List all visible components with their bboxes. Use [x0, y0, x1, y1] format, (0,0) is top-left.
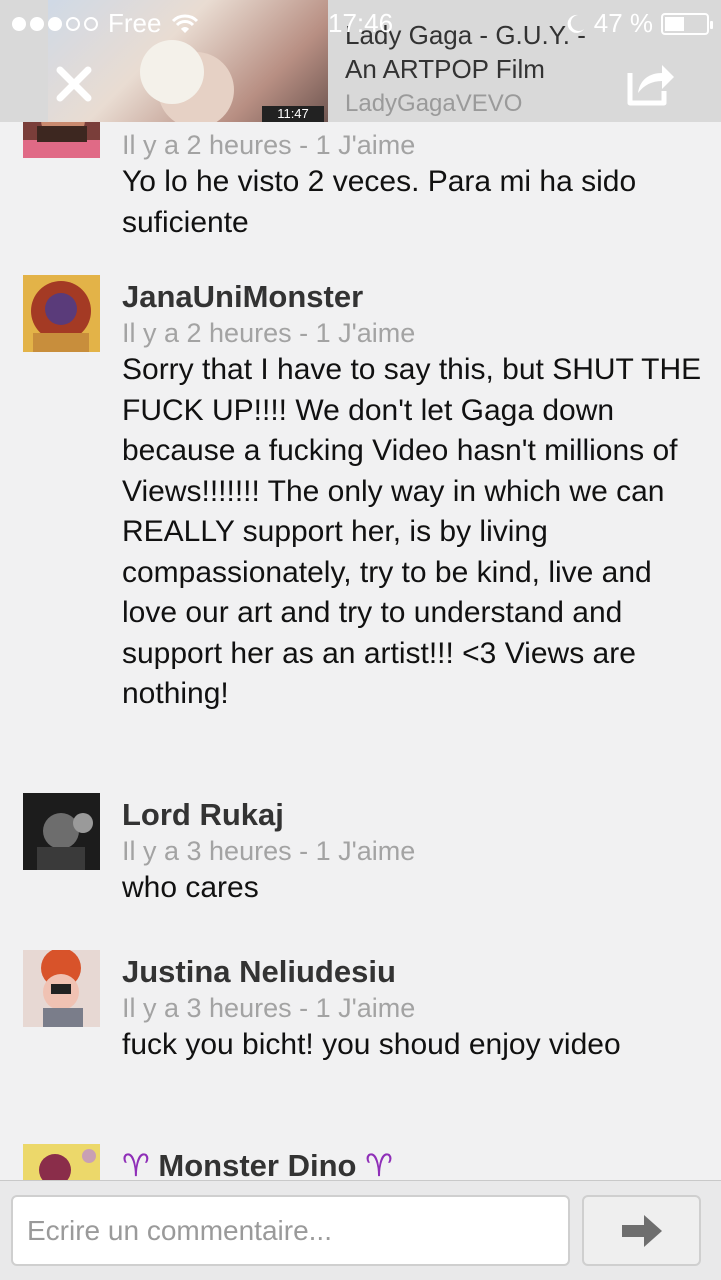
- avatar[interactable]: [23, 275, 100, 352]
- comments-list: Il y a 2 heures - 1 J'aime Yo lo he vist…: [0, 0, 721, 1180]
- comment-author[interactable]: Justina Neliudesiu: [122, 953, 702, 991]
- comment-input[interactable]: [11, 1195, 570, 1266]
- comment-meta: Il y a 2 heures - 1 J'aime: [122, 130, 416, 160]
- comment-meta: Il y a 3 heures - 1 J'aime: [122, 993, 416, 1023]
- comment-text: Sorry that I have to say this, but SHUT …: [122, 353, 702, 710]
- comment-meta: Il y a 3 heures - 1 J'aime: [122, 836, 416, 866]
- mini-player: 11:47 Lady Gaga - G.U.Y. - An ARTPOP Fil…: [0, 0, 721, 122]
- avatar[interactable]: [23, 1144, 100, 1180]
- comment-text: fuck you bicht! you shoud enjoy video: [122, 1028, 621, 1061]
- signal-icon: [12, 16, 98, 31]
- close-button[interactable]: [52, 62, 96, 106]
- status-time: 17:46: [328, 8, 394, 38]
- battery-icon: [661, 12, 713, 35]
- comment-author[interactable]: JanaUniMonster: [122, 278, 702, 316]
- share-button[interactable]: [622, 58, 678, 108]
- compose-bar: [0, 1180, 721, 1280]
- comment-author[interactable]: Lord Rukaj: [122, 796, 702, 834]
- video-duration: 11:47: [262, 106, 324, 122]
- comment-text: Yo lo he visto 2 veces. Para mi ha sido …: [122, 165, 637, 239]
- wifi-icon: [172, 14, 199, 33]
- status-bar: Free 17:46 47 %: [0, 0, 721, 44]
- arrow-right-icon: [621, 1214, 662, 1247]
- video-channel: LadyGagaVEVO: [345, 90, 523, 117]
- carrier-label: Free: [108, 8, 162, 38]
- share-icon: [627, 65, 674, 106]
- comment-text: who cares: [122, 871, 259, 904]
- thumbnail-figure: [140, 40, 204, 104]
- battery-percent: 47 %: [593, 8, 653, 38]
- comment-author[interactable]: ♈ Monster Dino ♈: [122, 1147, 702, 1180]
- avatar[interactable]: [23, 793, 100, 870]
- moon-icon: [567, 14, 584, 33]
- comment-meta: Il y a 2 heures - 1 J'aime: [122, 318, 416, 348]
- send-button[interactable]: [582, 1195, 701, 1266]
- close-icon: [56, 66, 92, 102]
- avatar[interactable]: [23, 950, 100, 1027]
